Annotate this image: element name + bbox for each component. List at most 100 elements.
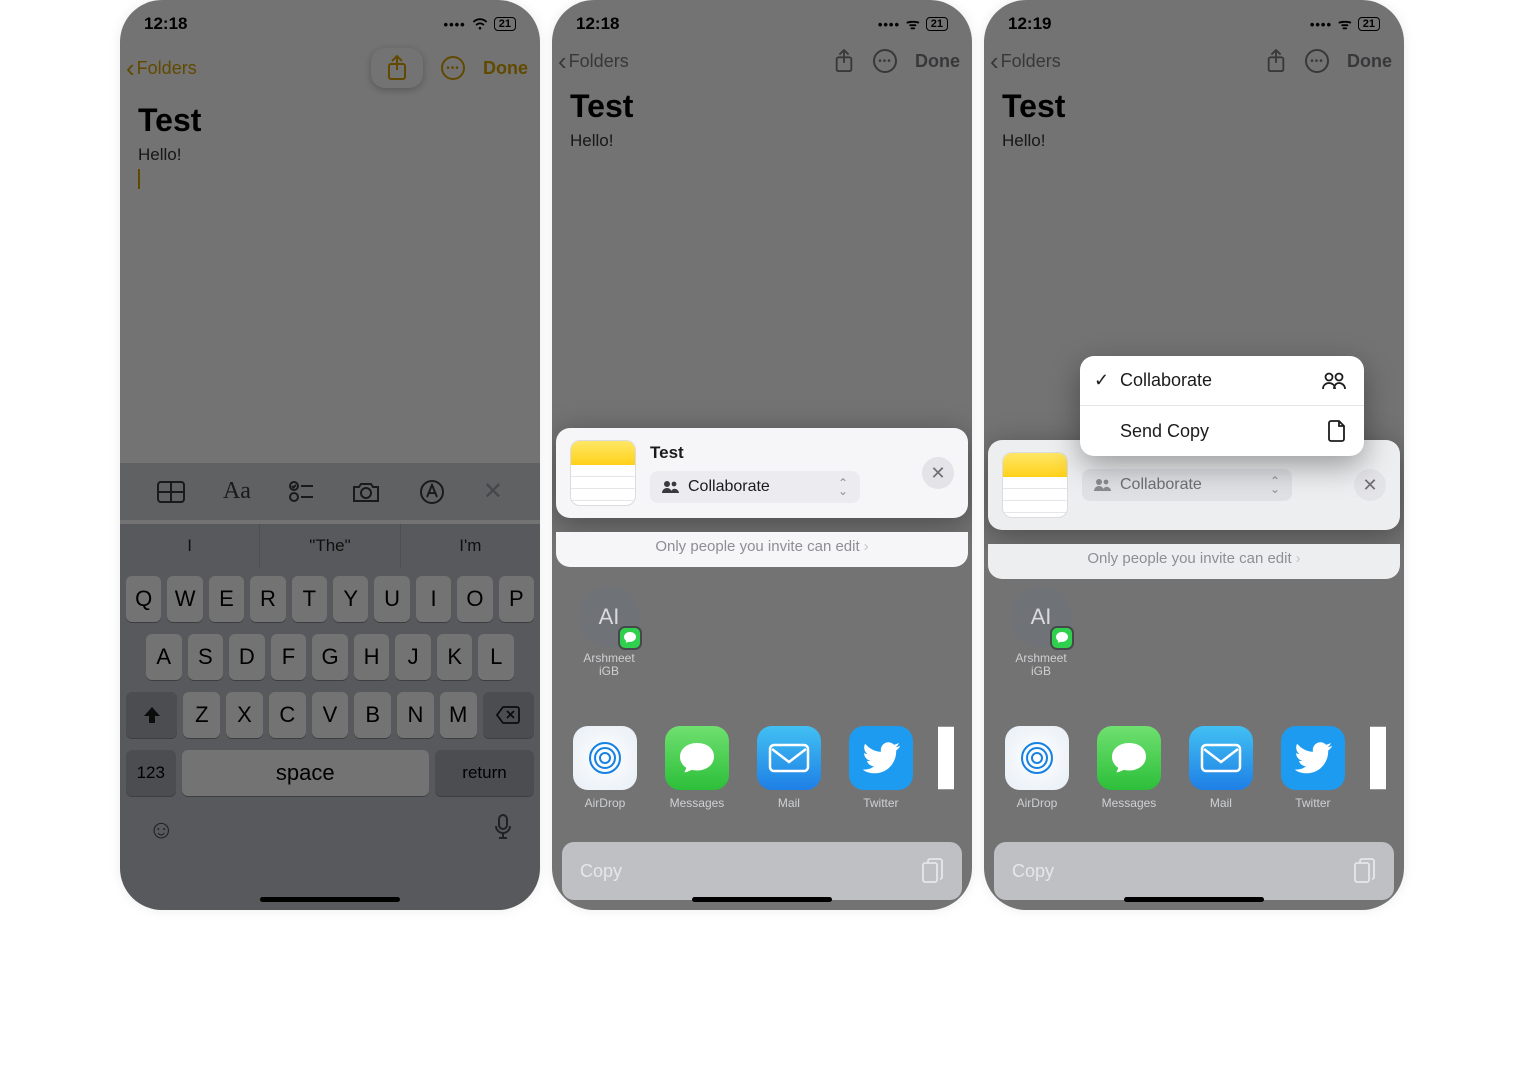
numbers-key[interactable]: 123: [126, 750, 176, 796]
home-indicator[interactable]: [1124, 897, 1264, 902]
back-label: Folders: [137, 58, 197, 79]
collaborate-dropdown[interactable]: Collaborate ⌃⌄: [1082, 469, 1292, 501]
app-gmail-partial[interactable]: [938, 726, 954, 810]
nav-bar: ‹Folders ••• Done: [552, 38, 972, 84]
copy-action-row[interactable]: Copy: [994, 842, 1394, 900]
key-h[interactable]: H: [354, 634, 390, 680]
backspace-key[interactable]: [483, 692, 534, 738]
contacts-row: AI ArshmeetiGB: [552, 580, 972, 684]
contacts-row: AI ArshmeetiGB: [984, 580, 1404, 684]
popup-option-collaborate[interactable]: ✓Collaborate: [1080, 356, 1364, 405]
note-title: Test: [138, 102, 522, 139]
space-key[interactable]: space: [182, 750, 430, 796]
people-icon: [1322, 372, 1346, 390]
key-t[interactable]: T: [292, 576, 327, 622]
camera-icon[interactable]: [351, 480, 381, 504]
contact-item[interactable]: AI ArshmeetiGB: [566, 586, 652, 678]
key-a[interactable]: A: [146, 634, 182, 680]
key-d[interactable]: D: [229, 634, 265, 680]
suggestion-2[interactable]: The: [260, 524, 400, 568]
shift-key[interactable]: [126, 692, 177, 738]
app-twitter[interactable]: Twitter: [846, 726, 916, 810]
avatar: AI: [578, 586, 640, 648]
keyboard-row-1: QWERTYUIOP: [126, 576, 534, 622]
key-r[interactable]: R: [250, 576, 285, 622]
share-sheet-header: Test Collaborate ⌃⌄ ✕: [556, 428, 968, 518]
app-mail[interactable]: Mail: [754, 726, 824, 810]
copy-label: Copy: [580, 861, 622, 882]
share-button[interactable]: [371, 48, 423, 88]
format-toolbar: Aa ✕: [120, 463, 540, 520]
sheet-title: Test: [650, 443, 908, 463]
keyboard-row-3: ZXCVBNM: [126, 692, 534, 738]
markup-icon[interactable]: [419, 479, 445, 505]
battery-icon: 21: [494, 17, 516, 31]
checklist-icon[interactable]: [289, 481, 313, 503]
key-e[interactable]: E: [209, 576, 244, 622]
key-o[interactable]: O: [457, 576, 492, 622]
close-sheet-button[interactable]: ✕: [1354, 469, 1386, 501]
share-mode-popup: ✓Collaborate Send Copy: [1080, 356, 1364, 456]
table-icon[interactable]: [157, 481, 185, 503]
copy-action-row[interactable]: Copy: [562, 842, 962, 900]
key-u[interactable]: U: [374, 576, 409, 622]
note-content[interactable]: Test Hello!: [120, 98, 540, 193]
key-m[interactable]: M: [440, 692, 477, 738]
status-bar: 12:19 ••••ᯤ21: [984, 0, 1404, 38]
close-keyboard-icon[interactable]: ✕: [483, 477, 503, 506]
chevron-left-icon: ‹: [126, 55, 135, 81]
collaborate-dropdown[interactable]: Collaborate ⌃⌄: [650, 471, 860, 503]
key-w[interactable]: W: [167, 576, 202, 622]
wifi-icon: [472, 18, 488, 30]
status-time: 12:18: [144, 14, 187, 34]
note-thumbnail: [1002, 452, 1068, 518]
back-button[interactable]: ‹ Folders: [126, 55, 197, 81]
text-cursor: [138, 169, 140, 189]
text-format-icon[interactable]: Aa: [223, 478, 251, 505]
key-x[interactable]: X: [226, 692, 263, 738]
dictation-key[interactable]: [494, 814, 512, 845]
key-v[interactable]: V: [312, 692, 349, 738]
key-k[interactable]: K: [437, 634, 473, 680]
key-p[interactable]: P: [499, 576, 534, 622]
home-indicator[interactable]: [260, 897, 400, 902]
key-i[interactable]: I: [416, 576, 451, 622]
key-c[interactable]: C: [269, 692, 306, 738]
key-z[interactable]: Z: [183, 692, 220, 738]
suggestion-1[interactable]: I: [120, 524, 260, 568]
permission-row[interactable]: Only people you invite can edit›: [988, 544, 1400, 579]
done-button[interactable]: Done: [483, 58, 528, 79]
emoji-key[interactable]: ☺: [148, 814, 175, 845]
app-messages[interactable]: Messages: [662, 726, 732, 810]
key-f[interactable]: F: [271, 634, 307, 680]
key-g[interactable]: G: [312, 634, 348, 680]
cell-dots: ••••: [444, 17, 466, 32]
airdrop-icon: [573, 726, 637, 790]
key-j[interactable]: J: [395, 634, 431, 680]
key-s[interactable]: S: [188, 634, 224, 680]
more-button[interactable]: •••: [441, 56, 465, 80]
suggestion-3[interactable]: I'm: [401, 524, 540, 568]
app-airdrop[interactable]: AirDrop: [570, 726, 640, 810]
permission-row[interactable]: Only people you invite can edit›: [556, 532, 968, 567]
note-title: Test: [1002, 88, 1386, 125]
screen-3: 12:19 ••••ᯤ21 ‹Folders ••• Done Test Hel…: [984, 0, 1404, 910]
key-y[interactable]: Y: [333, 576, 368, 622]
screen-2: 12:18 ••••ᯤ21 ‹Folders ••• Done Test Hel…: [552, 0, 972, 910]
key-n[interactable]: N: [397, 692, 434, 738]
key-b[interactable]: B: [354, 692, 391, 738]
share-button: [833, 48, 855, 74]
gmail-icon: [938, 726, 954, 790]
note-body-text: Hello!: [570, 131, 954, 151]
suggestion-bar: I The I'm: [120, 524, 540, 568]
return-key[interactable]: return: [435, 750, 534, 796]
status-time: 12:19: [1008, 14, 1051, 34]
contact-item[interactable]: AI ArshmeetiGB: [998, 586, 1084, 678]
home-indicator[interactable]: [692, 897, 832, 902]
key-q[interactable]: Q: [126, 576, 161, 622]
popup-option-sendcopy[interactable]: Send Copy: [1080, 405, 1364, 456]
close-sheet-button[interactable]: ✕: [922, 457, 954, 489]
copy-docs-icon: [922, 858, 944, 884]
key-l[interactable]: L: [478, 634, 514, 680]
apps-row: AirDrop Messages Mail Twitter: [552, 726, 972, 810]
